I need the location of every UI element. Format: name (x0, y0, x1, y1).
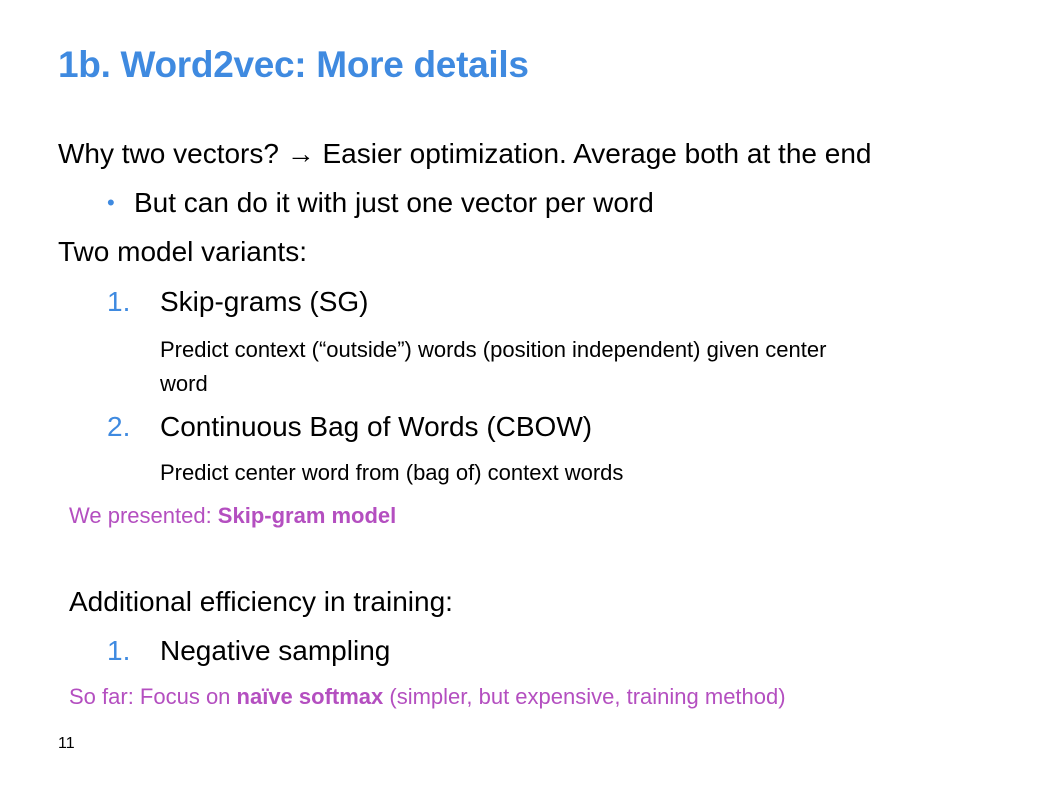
note-softmax-bold: naïve softmax (236, 684, 384, 709)
variant1-desc-line1: Predict context (“outside”) words (posit… (160, 337, 827, 362)
variant1-desc-line2: word (160, 371, 208, 396)
variant2-desc: Predict center word from (bag of) contex… (160, 460, 624, 485)
bullet-marker: • (107, 190, 115, 215)
variant1-label: Skip-grams (SG) (160, 286, 369, 317)
variant2-label: Continuous Bag of Words (CBOW) (160, 411, 593, 442)
slide-title: 1b. Word2vec: More details (58, 44, 529, 85)
variants-heading: Two model variants: (58, 236, 307, 267)
eff1-number: 1. (107, 635, 131, 666)
why-two-vectors-line: Why two vectors? → Easier optimization. … (58, 138, 872, 169)
note-skipgram-bold: Skip-gram model (217, 503, 397, 528)
page-number: 11 (58, 735, 75, 752)
note-softmax: So far: Focus on naïve softmax (simpler,… (69, 684, 786, 710)
variant2-number: 2. (107, 411, 131, 442)
note-softmax-prefix: So far: Focus on (69, 684, 237, 709)
note-skipgram: We presented: Skip-gram model (69, 503, 396, 529)
eff1-label: Negative sampling (160, 635, 391, 666)
bullet-one-vector: But can do it with just one vector per w… (134, 187, 654, 218)
efficiency-heading: Additional efficiency in training: (69, 586, 453, 617)
note-skipgram-prefix: We presented: (69, 503, 218, 528)
note-softmax-suffix: (simpler, but expensive, training method… (383, 684, 786, 709)
variant1-number: 1. (107, 286, 131, 317)
